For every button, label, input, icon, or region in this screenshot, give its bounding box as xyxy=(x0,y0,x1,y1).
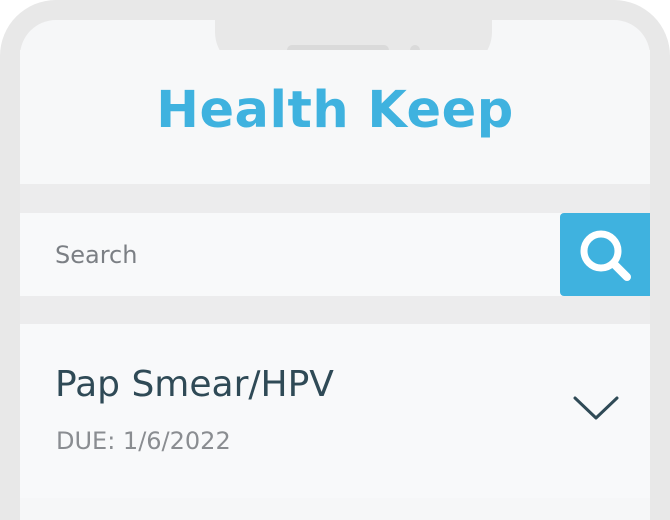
item-title: Pap Smear/HPV xyxy=(55,364,334,405)
section-divider xyxy=(20,184,650,213)
app-header: Health Keep xyxy=(20,50,650,184)
list-item[interactable]: Pap Smear/HPV DUE: 1/6/2022 xyxy=(20,324,650,498)
search-button[interactable] xyxy=(560,213,650,296)
app-title: Health Keep xyxy=(156,80,514,140)
section-divider xyxy=(20,296,650,324)
item-due-date: DUE: 1/6/2022 xyxy=(56,427,231,455)
search-input[interactable] xyxy=(20,213,560,296)
search-bar xyxy=(20,213,650,296)
search-icon xyxy=(580,230,631,281)
chevron-down-icon[interactable] xyxy=(571,393,621,423)
